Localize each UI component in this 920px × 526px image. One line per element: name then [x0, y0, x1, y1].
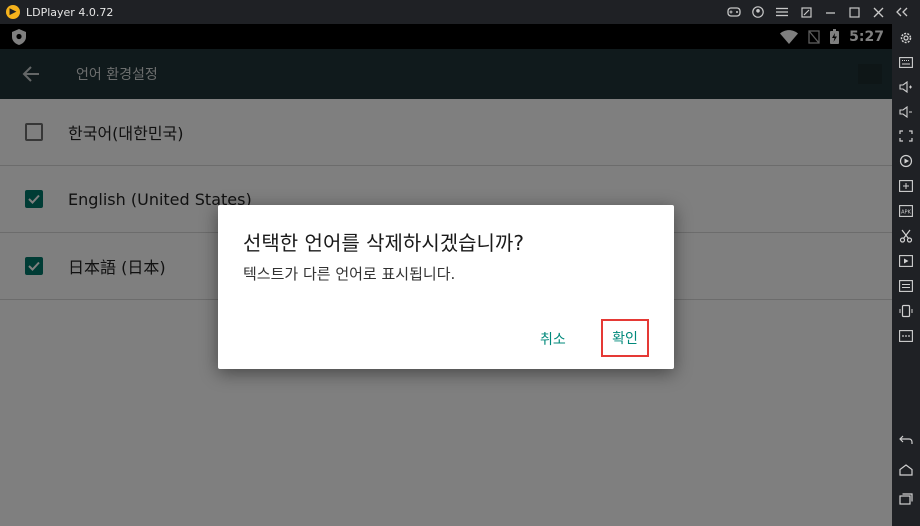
more-icon[interactable] — [896, 326, 916, 346]
volume-down-icon[interactable] — [896, 102, 916, 122]
fullscreen-icon[interactable] — [896, 126, 916, 146]
apk-install-icon[interactable]: APK — [896, 201, 916, 221]
volume-up-icon[interactable] — [896, 77, 916, 97]
scissors-icon[interactable] — [896, 226, 916, 246]
android-home-icon[interactable] — [896, 460, 916, 480]
shake-icon[interactable] — [896, 301, 916, 321]
pin-window-icon[interactable] — [794, 0, 818, 24]
menu-icon[interactable] — [770, 0, 794, 24]
collapse-sidebar-icon[interactable] — [890, 0, 914, 24]
titlebar-controls — [722, 0, 914, 24]
sync-icon[interactable] — [896, 276, 916, 296]
confirm-button[interactable]: 확인 — [601, 319, 649, 357]
dialog-message: 텍스트가 다른 언어로 표시됩니다. — [243, 265, 456, 283]
ldplayer-logo-icon: ▶ — [6, 5, 20, 19]
remove-language-dialog: 선택한 언어를 삭제하시겠습니까? 텍스트가 다른 언어로 표시됩니다. 취소 … — [218, 205, 674, 369]
keyboard-icon[interactable] — [896, 52, 916, 72]
maximize-icon[interactable] — [842, 0, 866, 24]
close-icon[interactable] — [866, 0, 890, 24]
dialog-title: 선택한 언어를 삭제하시겠습니까? — [243, 231, 524, 255]
account-icon[interactable] — [746, 0, 770, 24]
video-icon[interactable] — [896, 251, 916, 271]
gamepad-icon[interactable] — [722, 0, 746, 24]
android-screen: 5:27 언어 환경설정 한국어(대한민국) English (United S… — [0, 24, 892, 526]
emulator-toolbar: APK — [892, 24, 920, 526]
android-recents-icon[interactable] — [896, 489, 916, 509]
cancel-button[interactable]: 취소 — [540, 329, 566, 349]
android-back-icon[interactable] — [896, 430, 916, 450]
record-icon[interactable] — [896, 151, 916, 171]
svg-text:APK: APK — [901, 210, 911, 216]
emulator-titlebar: ▶ LDPlayer 4.0.72 — [0, 0, 920, 24]
add-screen-icon[interactable] — [896, 176, 916, 196]
window-title: LDPlayer 4.0.72 — [26, 5, 114, 19]
settings-icon[interactable] — [896, 28, 916, 48]
minimize-icon[interactable] — [818, 0, 842, 24]
